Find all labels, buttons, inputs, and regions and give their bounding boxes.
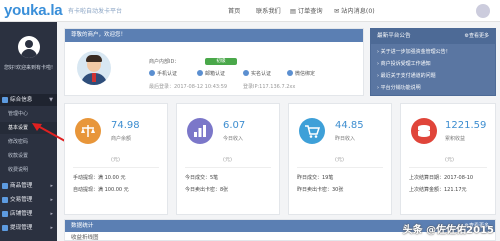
- chevron-right-icon: ▸: [50, 183, 53, 189]
- sidebar-group-trades[interactable]: 交易管理 ▸: [0, 194, 57, 206]
- avatar[interactable]: [18, 36, 40, 58]
- sidebar-group-withdraw[interactable]: 提现管理 ▸: [0, 222, 57, 234]
- site-logo[interactable]: youka.la: [4, 2, 63, 19]
- stat-detail: 今日卖出卡密：8张: [185, 187, 229, 193]
- stat-value: 1221.59: [445, 120, 487, 131]
- merchant-avatar: [77, 51, 111, 85]
- merchant-id-label: 商户内部ID：: [149, 59, 180, 65]
- notice-item[interactable]: › 商户投诉受理工作通知: [377, 60, 431, 67]
- sidebar-item-dashboard[interactable]: 管理中心: [0, 108, 57, 120]
- id-card-icon: [243, 70, 249, 76]
- box-icon: [2, 183, 8, 189]
- stat-label: 累积收益: [445, 136, 466, 142]
- stat-label: 商户余额: [111, 136, 132, 142]
- stat-value: 44.85: [335, 120, 364, 131]
- chevron-right-icon: ▸: [50, 197, 53, 203]
- home-icon: [2, 97, 8, 103]
- auth-phone[interactable]: 手机认证: [149, 70, 177, 77]
- stat-card-balance: 74.98 商户余额 (元) 手动提现：满 10.00 元 自动提现：满 100…: [64, 103, 168, 215]
- stat-card-today-income: 6.07 今日收入 (元) 今日成交：5笔 今日卖出卡密：8张: [176, 103, 280, 215]
- site-tagline: 有卡啦自动发卡平台: [68, 8, 123, 15]
- nav-order-query[interactable]: ▤ 订单查询: [290, 6, 323, 15]
- scale-icon: [75, 118, 101, 144]
- exchange-icon: [2, 197, 8, 203]
- top-bar: youka.la 有卡啦自动发卡平台 首页 联系我们 ▤ 订单查询 ✉ 站内消息…: [0, 0, 500, 22]
- email-icon: [197, 70, 203, 76]
- bar-chart-icon: [187, 118, 213, 144]
- stat-detail: 上次结算日期：2017-08-10: [409, 175, 474, 181]
- chevron-right-icon: ▸: [50, 211, 53, 217]
- shop-icon: [2, 211, 8, 217]
- stat-value: 6.07: [223, 120, 246, 131]
- cart-icon: [299, 118, 325, 144]
- wallet-icon: [2, 225, 8, 231]
- stat-unit: (元): [445, 157, 454, 163]
- profile-card-header: 尊敬的商户，欢迎您！: [65, 29, 363, 42]
- stat-detail: 今日成交：5笔: [185, 175, 219, 181]
- notice-item[interactable]: › 平台分销功能说明: [377, 84, 421, 91]
- stat-detail: 昨日成交：19笔: [297, 175, 334, 181]
- stat-detail: 上次结算金额：121.17元: [409, 187, 467, 193]
- stat-label: 昨日收入: [335, 136, 356, 142]
- stat-card-total-earnings: 1221.59 累积收益 (元) 上次结算日期：2017-08-10 上次结算金…: [400, 103, 496, 215]
- stat-unit: (元): [335, 157, 344, 163]
- chevron-right-icon: ▸: [50, 225, 53, 231]
- stat-detail: 手动提现：满 10.00 元: [73, 175, 126, 181]
- profile-card: 尊敬的商户，欢迎您！ 商户内部ID： 初级 手机认证 邮箱认证 实名认证 微信绑…: [64, 28, 364, 96]
- stat-value: 74.98: [111, 120, 140, 131]
- mail-icon: ✉: [334, 8, 340, 15]
- stat-detail: 自动提现：满 100.00 元: [73, 187, 129, 193]
- auth-email[interactable]: 邮箱认证: [197, 70, 225, 77]
- sidebar-group-overview[interactable]: 综合信息 ▼: [0, 94, 57, 106]
- stat-detail: 昨日卖出卡密：30张: [297, 187, 344, 193]
- stat-card-yesterday-income: 44.85 昨日收入 (元) 昨日成交：19笔 昨日卖出卡密：30张: [288, 103, 392, 215]
- notice-card: 最新平台公告 ⚙查看更多 › 关于进一步加强资金管理公告！ › 商户投诉受理工作…: [370, 28, 496, 96]
- notice-more-link[interactable]: ⚙查看更多: [465, 29, 490, 44]
- wechat-icon: [287, 70, 293, 76]
- statistics-subtitle: 收益折线图: [71, 235, 99, 241]
- auth-realname[interactable]: 实名认证: [243, 70, 271, 77]
- coins-icon: [411, 118, 437, 144]
- auth-wechat[interactable]: 微信绑定: [287, 70, 315, 77]
- stat-unit: (元): [111, 157, 120, 163]
- stat-unit: (元): [223, 157, 232, 163]
- sidebar-item-fee-info[interactable]: 收费说明: [0, 164, 57, 176]
- merchant-level-badge: 初级: [205, 58, 237, 65]
- user-menu-icon[interactable]: [476, 4, 490, 18]
- watermark: 头条 @佐佐佑2015: [402, 225, 494, 236]
- sidebar-group-shop[interactable]: 店铺管理 ▸: [0, 208, 57, 220]
- stat-label: 今日收入: [223, 136, 244, 142]
- notice-item[interactable]: › 最近关于支付通道的问题: [377, 72, 436, 79]
- sidebar-user-text: 您好!欢迎来到有卡啦!: [3, 65, 53, 71]
- nav-contact[interactable]: 联系我们: [256, 6, 281, 15]
- nav-messages[interactable]: ✉ 站内消息(0): [334, 6, 375, 15]
- chevron-down-icon: ▼: [49, 97, 53, 103]
- notice-item[interactable]: › 关于进一步加强资金管理公告！: [377, 48, 451, 55]
- order-icon: ▤: [290, 8, 296, 15]
- last-login-time: 最后登录：2017-08-12 10:43:59: [149, 84, 228, 90]
- last-login-ip: 登录IP:117.136.7.2xx: [243, 84, 296, 90]
- nav-home[interactable]: 首页: [228, 6, 240, 15]
- sidebar-group-products[interactable]: 商品管理 ▸: [0, 180, 57, 192]
- sidebar-item-payment-settings[interactable]: 收款设置: [0, 150, 57, 162]
- phone-icon: [149, 70, 155, 76]
